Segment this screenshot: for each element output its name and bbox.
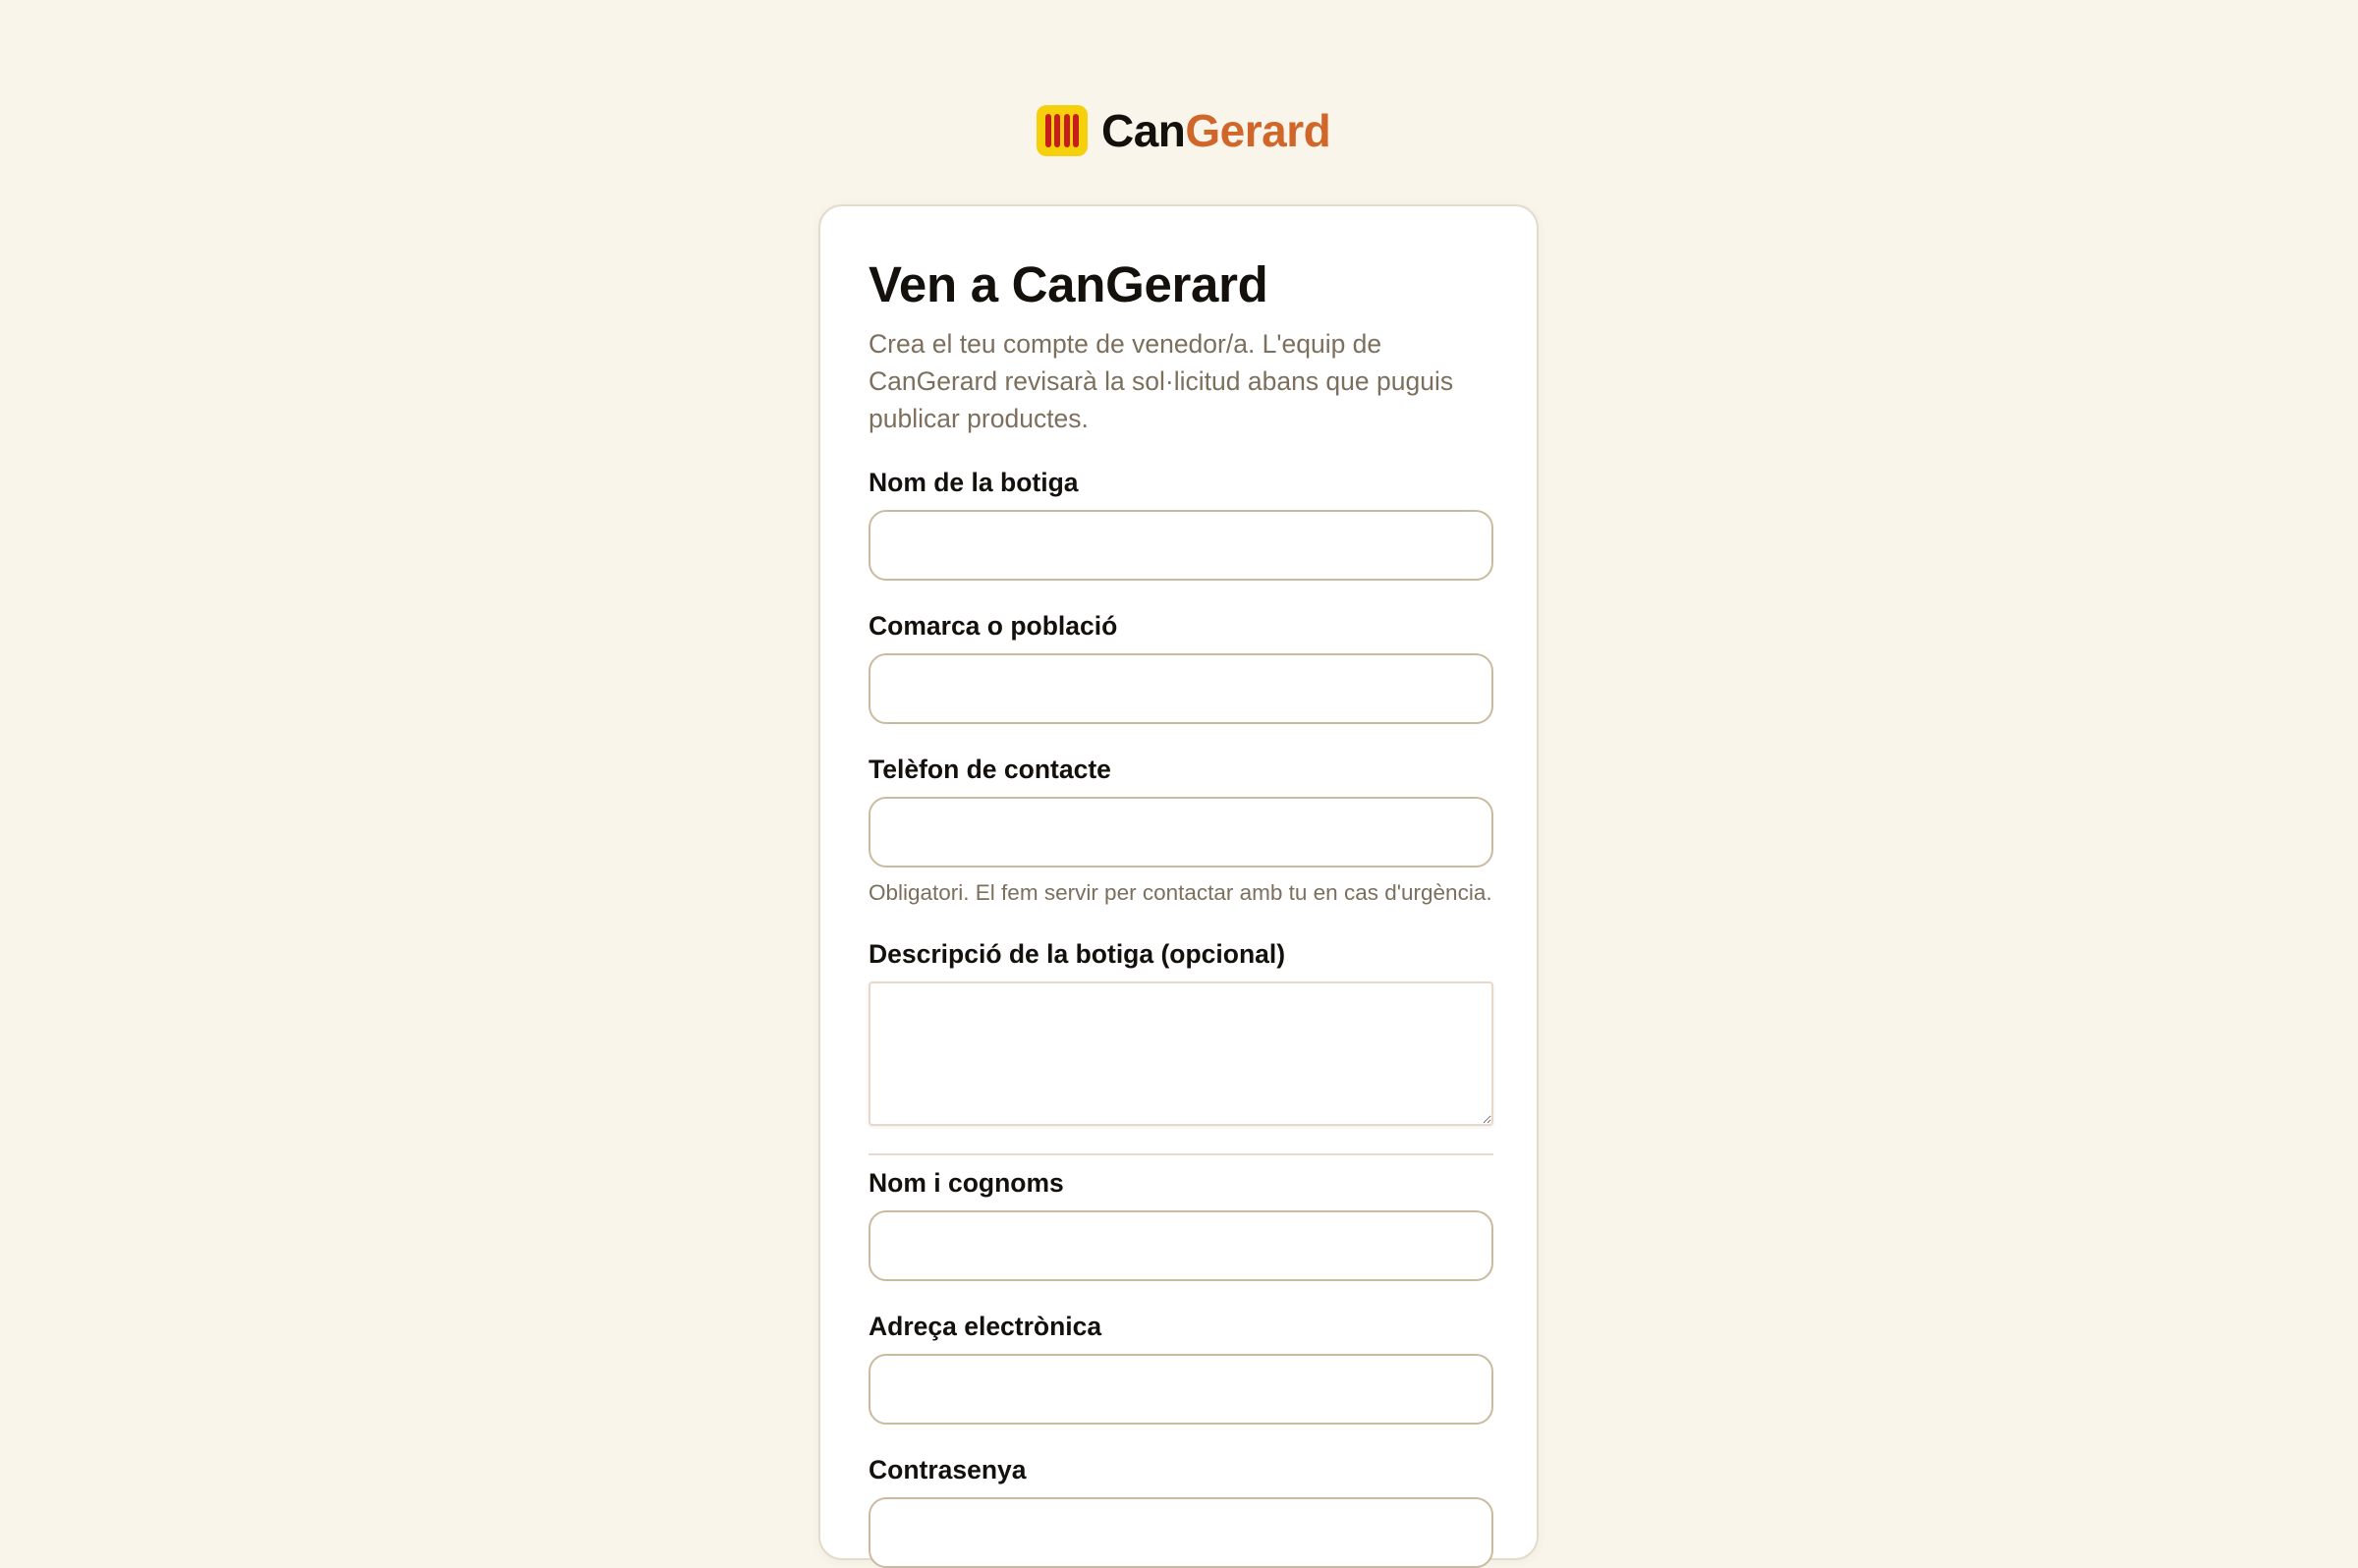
brand-header[interactable]: CanGerard (1037, 104, 1331, 157)
full-name-field: Nom i cognoms (869, 1167, 1493, 1281)
description-textarea[interactable] (869, 981, 1493, 1126)
catalan-flag-icon (1037, 105, 1088, 156)
signup-form: Ven a CanGerard Crea el teu compte de ve… (869, 255, 1493, 1568)
brand-name: CanGerard (1101, 104, 1331, 157)
email-field: Adreça electrònica (869, 1311, 1493, 1425)
phone-field: Telèfon de contacte Obligatori. El fem s… (869, 754, 1493, 909)
phone-hint: Obligatori. El fem servir per contactar … (869, 880, 1492, 905)
brand-name-part1: Can (1101, 105, 1186, 156)
password-input[interactable] (869, 1497, 1493, 1568)
description-label: Descripció de la botiga (opcional) (869, 939, 1286, 969)
signup-card: Ven a CanGerard Crea el teu compte de ve… (818, 204, 1539, 1568)
shop-name-label: Nom de la botiga (869, 468, 1079, 497)
full-name-label: Nom i cognoms (869, 1168, 1064, 1198)
shop-name-field: Nom de la botiga (869, 467, 1493, 581)
shop-name-input[interactable] (869, 510, 1493, 581)
full-name-input[interactable] (869, 1210, 1493, 1281)
phone-input[interactable] (869, 797, 1493, 868)
password-field: Contrasenya (869, 1454, 1493, 1568)
page-title: Ven a CanGerard (869, 256, 1268, 312)
phone-label: Telèfon de contacte (869, 755, 1111, 784)
region-field: Comarca o població (869, 610, 1493, 724)
page-subtitle: Crea el teu compte de venedor/a. L'equip… (869, 329, 1454, 433)
password-label: Contrasenya (869, 1455, 1027, 1484)
email-input[interactable] (869, 1354, 1493, 1425)
brand-name-part2: Gerard (1185, 105, 1331, 156)
region-input[interactable] (869, 653, 1493, 724)
description-field: Descripció de la botiga (opcional) (869, 938, 1493, 1126)
email-label: Adreça electrònica (869, 1312, 1102, 1341)
section-divider (869, 1153, 1493, 1155)
region-label: Comarca o població (869, 611, 1118, 641)
